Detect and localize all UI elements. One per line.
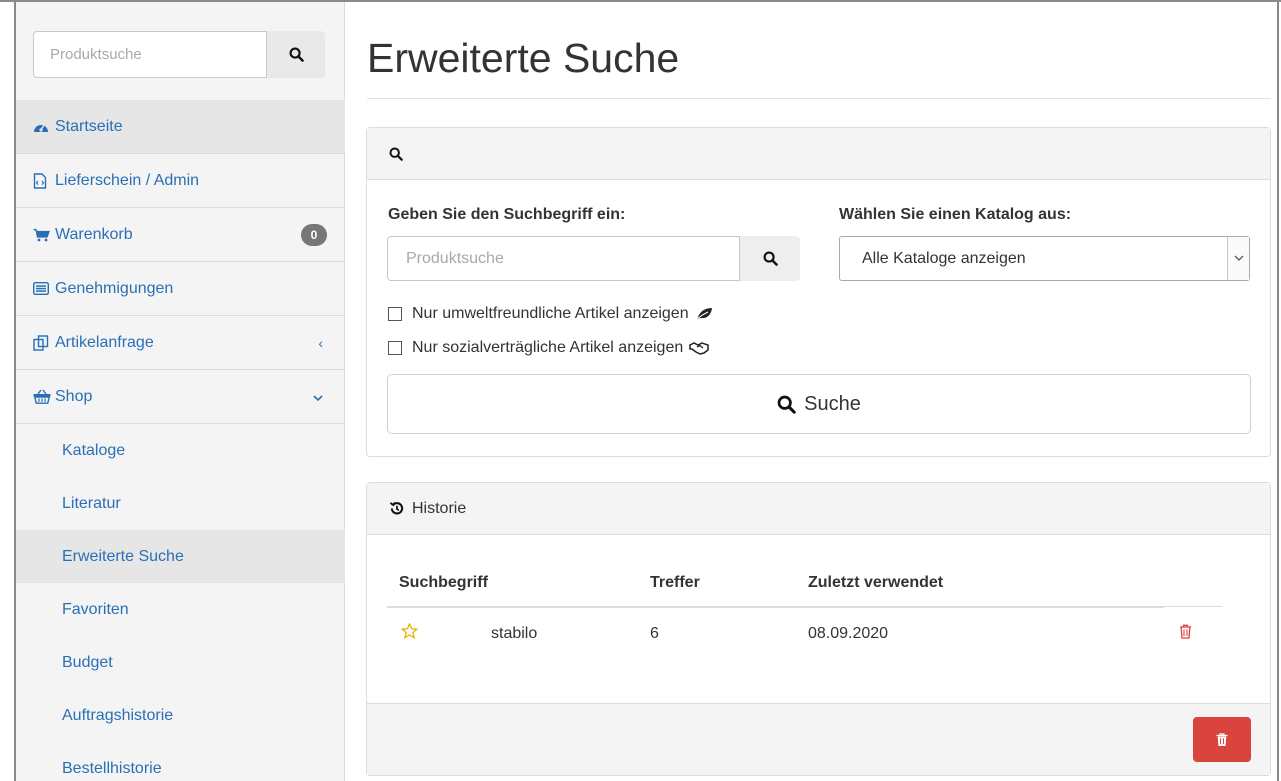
social-checkbox[interactable] [388,341,402,355]
favorite-star-icon[interactable] [400,622,419,644]
row-term[interactable]: stabilo [491,625,537,643]
sidebar-item-label: Genehmigungen [55,279,174,297]
history-footer [367,703,1270,775]
trash-icon[interactable] [1179,624,1192,644]
catalog-select[interactable]: Alle Kataloge anzeigen [839,236,1250,281]
catalog-label: Wählen Sie einen Katalog aus: [839,206,1072,223]
sidebar-search: Produktsuche [33,31,325,78]
sidebar: Produktsuche Startseite Lieferschein / A… [16,2,345,781]
copy-icon [33,334,51,352]
search-term-input[interactable]: Produktsuche [387,236,740,281]
catalog-select-value: Alle Kataloge anzeigen [862,250,1026,267]
sidebar-item-label: Startseite [55,117,123,135]
search-icon [289,47,304,62]
sidebar-subitem-literatur[interactable]: Literatur [16,477,345,530]
sidebar-item-label: Artikelanfrage [55,333,154,351]
sidebar-item-warenkorb[interactable]: Warenkorb 0 [16,208,345,262]
list-icon [33,280,51,298]
history-panel: Historie Suchbegriff Treffer Zuletzt ver… [366,482,1271,776]
search-submit-label: Suche [804,392,861,415]
column-header-last-used: Zuletzt verwendet [808,574,944,591]
table-header-divider [387,606,1164,608]
sidebar-subitem-kataloge[interactable]: Kataloge [16,424,345,477]
sidebar-subitem-favoriten[interactable]: Favoriten [16,583,345,636]
chevron-down-icon [1227,237,1249,280]
sidebar-item-genehmigungen[interactable]: Genehmigungen [16,262,345,316]
search-icon [389,146,403,161]
sidebar-item-label: Warenkorb [55,225,133,243]
eco-checkbox[interactable] [388,307,402,321]
table-header-divider-end [1164,606,1222,607]
sidebar-item-label: Shop [55,387,93,405]
social-checkbox-label: Nur sozialverträgliche Artikel anzeigen [412,339,684,356]
file-code-icon [33,172,51,190]
sidebar-search-button[interactable] [267,31,325,78]
chevron-left-icon: ‹ [318,334,323,351]
leaf-icon [695,307,713,321]
social-filter-row: Nur sozialverträgliche Artikel anzeigen [388,339,709,357]
search-term-button[interactable] [740,236,800,281]
eco-checkbox-label: Nur umweltfreundliche Artikel anzeigen [412,305,689,322]
sidebar-nav: Startseite Lieferschein / Admin Warenkor… [16,100,345,781]
cart-icon [33,226,51,244]
sidebar-item-artikelanfrage[interactable]: Artikelanfrage ‹ [16,316,345,370]
chevron-down-icon [313,389,323,405]
sidebar-subitem-bestellhistorie[interactable]: Bestellhistorie [16,742,345,781]
handshake-icon [689,341,709,355]
search-icon [763,251,778,266]
page-title: Erweiterte Suche [367,35,680,81]
history-title: Historie [412,499,467,517]
sidebar-item-label: Lieferschein / Admin [55,171,200,189]
column-header-term: Suchbegriff [399,574,488,591]
row-hits: 6 [650,625,659,642]
sidebar-item-shop[interactable]: Shop [16,370,345,424]
search-icon [777,395,796,414]
search-term-label: Geben Sie den Suchbegriff ein: [388,206,626,223]
window-frame-right [1277,0,1279,781]
history-icon [389,501,404,515]
basket-icon [33,388,51,406]
eco-filter-row: Nur umweltfreundliche Artikel anzeigen [388,305,713,323]
search-panel-header [367,128,1270,180]
sidebar-subitem-erweiterte-suche[interactable]: Erweiterte Suche [16,530,345,583]
sidebar-subitem-auftragshistorie[interactable]: Auftragshistorie [16,689,345,742]
history-panel-header: Historie [367,483,1270,535]
sidebar-item-startseite[interactable]: Startseite [16,100,345,154]
cart-count-badge: 0 [301,223,327,246]
sidebar-subitem-budget[interactable]: Budget [16,636,345,689]
title-divider [367,98,1271,99]
sidebar-item-lieferschein[interactable]: Lieferschein / Admin [16,154,345,208]
sidebar-search-input[interactable]: Produktsuche [33,31,267,78]
dashboard-icon [33,118,51,136]
search-submit-button[interactable]: Suche [387,374,1251,434]
search-panel: Geben Sie den Suchbegriff ein: Produktsu… [366,127,1271,457]
search-term-group: Produktsuche [387,236,800,281]
row-last-used: 08.09.2020 [808,625,889,642]
delete-all-history-button[interactable] [1193,717,1251,762]
column-header-hits: Treffer [650,574,700,591]
trash-icon [1216,732,1228,746]
